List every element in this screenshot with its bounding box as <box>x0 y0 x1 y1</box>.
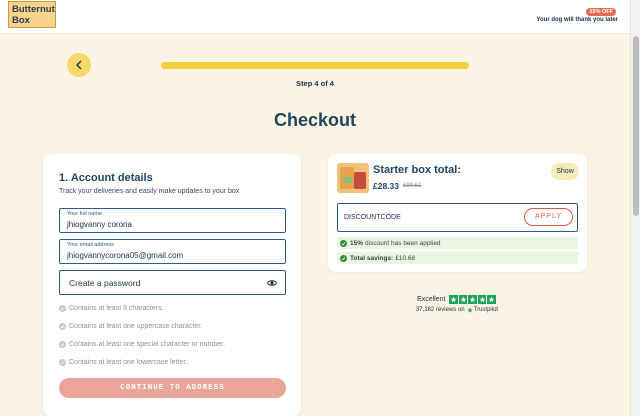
total-savings-notice: Total savings: £10.68 <box>337 252 578 264</box>
back-button[interactable] <box>67 53 91 77</box>
check-circle-icon <box>340 254 347 262</box>
top-bar: Butternut Box 15% OFF Your dog will than… <box>0 0 630 34</box>
progress-bar <box>161 62 469 69</box>
discount-percent: 15% <box>350 239 364 247</box>
star-icon <box>466 306 473 313</box>
continue-to-address-button[interactable]: CONTINUE TO ADDRESS <box>59 378 286 398</box>
total-savings-label: Total savings: <box>350 254 394 262</box>
section-subtitle: Track your deliveries and easily make up… <box>59 188 240 195</box>
section-title: 1. Account details <box>59 172 153 184</box>
original-price: £99.61 <box>403 183 422 189</box>
check-circle-icon <box>340 239 347 247</box>
page-title: Checkout <box>273 110 356 130</box>
scrollbar-thumb[interactable] <box>633 36 639 216</box>
password-rule: Contains at least one special character … <box>59 341 225 348</box>
full-name-field[interactable]: Your full name jhiogvanny corona <box>59 208 286 233</box>
show-details-button[interactable]: Show <box>551 163 579 180</box>
password-rule-text: Contains at least one lowercase letter. <box>69 359 188 366</box>
step-indicator: Step 4 of 4 <box>296 79 334 88</box>
eye-icon[interactable] <box>267 279 277 287</box>
email-field[interactable]: Your email address jhiogvannycorona05@gm… <box>59 239 286 264</box>
page-scrollbar[interactable] <box>630 0 640 416</box>
review-count: 37,182 reviews on <box>415 306 465 313</box>
total-savings-value: £10.68 <box>395 254 416 262</box>
password-placeholder[interactable]: Create a password <box>69 278 140 288</box>
apply-discount-button[interactable]: APPLY <box>524 208 573 226</box>
check-icon <box>59 341 66 348</box>
password-field[interactable]: Create a password <box>59 270 286 295</box>
starter-box-image <box>337 163 369 193</box>
password-rule: Contains at least one lowercase letter. <box>59 359 187 366</box>
chevron-left-icon <box>76 60 82 70</box>
trustpilot-brand: Trustpilot <box>473 306 499 313</box>
star-icon <box>458 295 468 304</box>
full-name-label: Your full name <box>67 211 102 217</box>
password-rule-text: Contains at least one special character … <box>69 341 226 348</box>
email-label: Your email address <box>67 242 114 248</box>
star-icon <box>449 295 458 304</box>
starter-box-title: Starter box total: <box>373 164 462 176</box>
order-summary-card: Starter box total: £28.33 £99.61 Show DI… <box>328 154 587 272</box>
progress-bar-fill <box>161 62 469 69</box>
check-icon <box>59 305 66 312</box>
star-icon <box>487 295 496 304</box>
trustpilot-widget[interactable]: Excellent 37,182 reviews on Trustpilot <box>401 295 513 313</box>
account-details-card: 1. Account details Track your deliveries… <box>43 154 301 416</box>
password-rule-text: Contains at least one uppercase characte… <box>69 323 203 330</box>
check-icon <box>59 323 66 330</box>
password-rule: Contains at least 8 characters. <box>59 305 164 312</box>
email-value[interactable]: jhiogvannycorona05@gmail.com <box>67 251 183 260</box>
discount-code-field[interactable]: DISCOUNTCODE APPLY <box>337 203 578 232</box>
discount-notice-text: discount has been applied <box>365 239 441 247</box>
brand-logo[interactable]: Butternut Box <box>8 1 56 28</box>
promo-badge: 15% OFF <box>586 8 616 16</box>
password-rule: Contains at least one uppercase characte… <box>59 323 202 330</box>
discount-applied-notice: 15% discount has been applied <box>337 237 578 249</box>
rating-word: Excellent <box>417 295 446 303</box>
full-name-value[interactable]: jhiogvanny corona <box>67 220 132 229</box>
star-icon <box>477 295 487 304</box>
discount-code-value[interactable]: DISCOUNTCODE <box>344 214 401 221</box>
total-price: £28.33 <box>373 181 399 191</box>
star-icon <box>468 295 477 304</box>
check-icon <box>59 359 66 366</box>
star-rating <box>449 295 497 304</box>
promo-text: Your dog will thank you later <box>536 17 618 23</box>
trustpilot-logo: Trustpilot <box>466 306 499 313</box>
password-rule-text: Contains at least 8 characters. <box>69 305 164 312</box>
